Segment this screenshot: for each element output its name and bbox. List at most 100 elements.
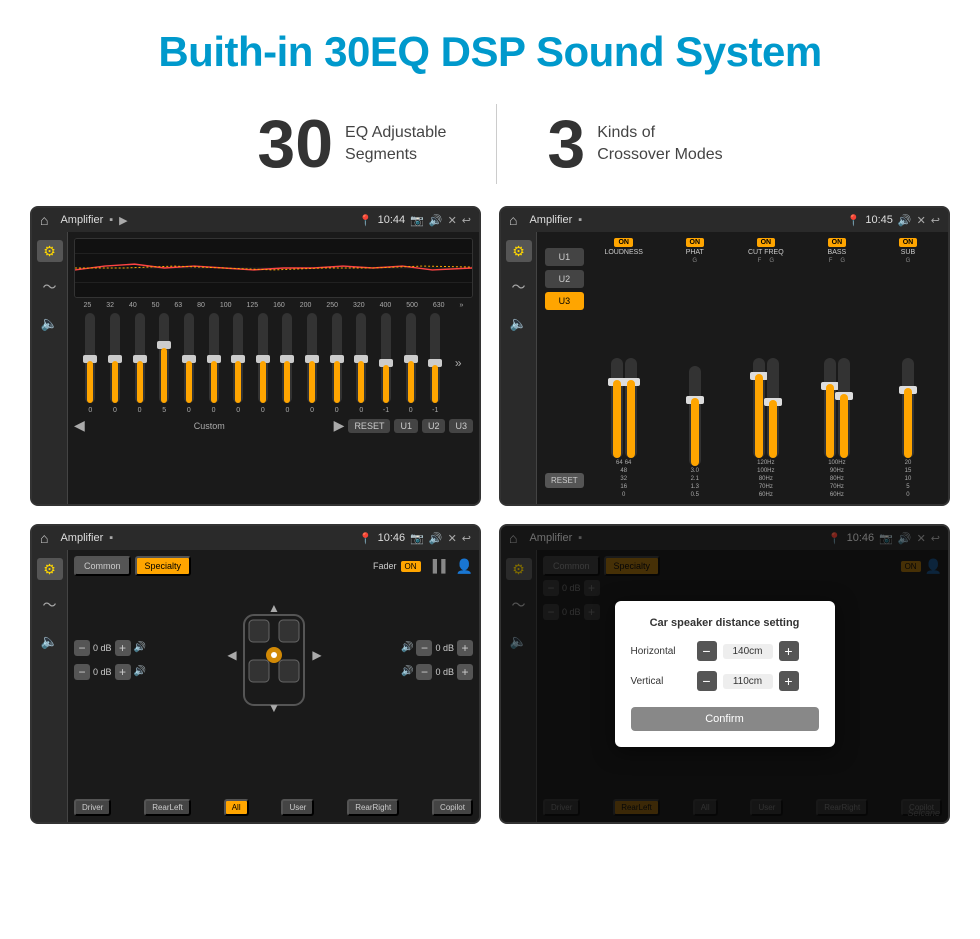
- right-db-controls: 🔊 − 0 dB + 🔊 − 0 dB +: [401, 640, 473, 680]
- u2-preset[interactable]: U2: [545, 270, 584, 288]
- horizontal-label: Horizontal: [631, 646, 691, 657]
- horizontal-minus[interactable]: −: [697, 641, 717, 661]
- specialty-sidebar: ⚙ 〜 🔈: [32, 550, 68, 822]
- eq-slider-14[interactable]: -1: [430, 313, 440, 414]
- time-specialty: 10:46: [378, 532, 406, 544]
- eq-icon[interactable]: ⚙: [37, 240, 63, 262]
- eq-slider-10[interactable]: 0: [332, 313, 342, 414]
- sub-on-badge[interactable]: ON: [899, 238, 918, 247]
- phat-on-badge[interactable]: ON: [686, 238, 705, 247]
- sub-channel: ON SUB G 20 15 10: [874, 238, 942, 498]
- vertical-row: Vertical − 110cm +: [631, 671, 819, 691]
- common-tab[interactable]: Common: [74, 556, 131, 576]
- eq-band-label: 125: [247, 302, 259, 309]
- db-value-fr: 0 dB: [435, 643, 454, 653]
- driver-button[interactable]: Driver: [74, 799, 111, 816]
- db-minus-fr[interactable]: −: [416, 640, 432, 656]
- status-bar-eq: ⌂ Amplifier ▪ ▶ 📍 10:44 📷 🔊 ✕ ↩: [32, 208, 479, 232]
- eq-main: 25 32 40 50 63 80 100 125 160 200 250 32…: [68, 232, 479, 504]
- confirm-button[interactable]: Confirm: [631, 707, 819, 731]
- eq-slider-9[interactable]: 0: [307, 313, 317, 414]
- eq-slider-5[interactable]: 0: [209, 313, 219, 414]
- play-icon: ▶: [119, 214, 127, 227]
- eq-slider-12[interactable]: -1: [381, 313, 391, 414]
- rear-right-button[interactable]: RearRight: [347, 799, 399, 816]
- record-icon: ▪: [109, 214, 113, 226]
- speaker-layout: − 0 dB + 🔊 − 0 dB + 🔊: [74, 580, 473, 795]
- crossover-body: ⚙ 〜 🔈 U1 U2 U3 RESET: [501, 232, 948, 504]
- eq-band-label: 40: [129, 302, 137, 309]
- home-icon: ⌂: [509, 212, 517, 228]
- u1-preset[interactable]: U1: [545, 248, 584, 266]
- eq-slider-0[interactable]: 0: [85, 313, 95, 414]
- screen-title-eq: Amplifier: [60, 214, 103, 226]
- db-minus-fl[interactable]: −: [74, 640, 90, 656]
- vertical-plus[interactable]: +: [779, 671, 799, 691]
- loudness-on-badge[interactable]: ON: [614, 238, 633, 247]
- eq-band-label: 25: [83, 302, 91, 309]
- eq-screen: ⌂ Amplifier ▪ ▶ 📍 10:44 📷 🔊 ✕ ↩ ⚙ 〜 🔈: [30, 206, 481, 506]
- specialty-main: Common Specialty Fader ON ▐▐ 👤 − 0 dB: [68, 550, 479, 822]
- db-plus-rl[interactable]: +: [115, 664, 131, 680]
- fader-icon: ▐▐: [429, 559, 446, 573]
- more-bands-icon[interactable]: »: [455, 356, 462, 370]
- eq-slider-1[interactable]: 0: [110, 313, 120, 414]
- next-button[interactable]: ▶: [334, 417, 345, 434]
- eq-slider-13[interactable]: 0: [406, 313, 416, 414]
- close-icon: ✕: [917, 214, 926, 227]
- vertical-value: 110cm: [723, 674, 773, 689]
- svg-text:▶: ▶: [312, 648, 322, 662]
- stats-row: 30 EQ AdjustableSegments 3 Kinds ofCross…: [0, 86, 980, 206]
- db-minus-rr[interactable]: −: [416, 664, 432, 680]
- db-control-rr: 🔊 − 0 dB +: [401, 664, 473, 680]
- speaker-icon[interactable]: 🔈: [37, 630, 63, 652]
- status-bar-specialty: ⌂ Amplifier ▪ 📍 10:46 📷 🔊 ✕ ↩: [32, 526, 479, 550]
- speaker-diagram-svg: ▲ ▼ ◀ ▶: [224, 605, 324, 715]
- fader-on-badge[interactable]: ON: [401, 561, 421, 572]
- copilot-button[interactable]: Copilot: [432, 799, 473, 816]
- reset-button[interactable]: RESET: [348, 419, 390, 433]
- db-plus-fr[interactable]: +: [457, 640, 473, 656]
- rear-left-button[interactable]: RearLeft: [144, 799, 191, 816]
- u3-button[interactable]: U3: [449, 419, 473, 433]
- crossover-sidebar: ⚙ 〜 🔈: [501, 232, 537, 504]
- user-button[interactable]: User: [281, 799, 314, 816]
- speaker-diagram-wrapper: ▲ ▼ ◀ ▶: [152, 605, 395, 715]
- screen-title-crossover: Amplifier: [529, 214, 572, 226]
- db-plus-fl[interactable]: +: [115, 640, 131, 656]
- eq-slider-2[interactable]: 0: [135, 313, 145, 414]
- wave-icon[interactable]: 〜: [37, 276, 63, 298]
- u1-button[interactable]: U1: [394, 419, 418, 433]
- eq-slider-8[interactable]: 0: [282, 313, 292, 414]
- eq-icon[interactable]: ⚙: [506, 240, 532, 262]
- vertical-minus[interactable]: −: [697, 671, 717, 691]
- speaker-rl-icon: 🔊: [134, 666, 146, 677]
- back-icon: ↩: [931, 214, 940, 227]
- eq-slider-4[interactable]: 0: [184, 313, 194, 414]
- stat-crossover: 3 Kinds ofCrossover Modes: [497, 110, 772, 178]
- u2-button[interactable]: U2: [422, 419, 446, 433]
- db-plus-rr[interactable]: +: [457, 664, 473, 680]
- speaker-icon[interactable]: 🔈: [37, 312, 63, 334]
- eq-icon[interactable]: ⚙: [37, 558, 63, 580]
- specialty-tab[interactable]: Specialty: [135, 556, 192, 576]
- wave-icon[interactable]: 〜: [37, 594, 63, 616]
- db-minus-rl[interactable]: −: [74, 664, 90, 680]
- eq-slider-7[interactable]: 0: [258, 313, 268, 414]
- eq-band-label: 50: [152, 302, 160, 309]
- back-icon: ↩: [462, 532, 471, 545]
- svg-text:◀: ◀: [227, 648, 237, 662]
- eq-slider-3[interactable]: 5: [159, 313, 169, 414]
- u3-preset[interactable]: U3: [545, 292, 584, 310]
- reset-btn[interactable]: RESET: [545, 473, 584, 488]
- all-button[interactable]: All: [224, 799, 249, 816]
- prev-button[interactable]: ◀: [74, 417, 85, 434]
- speaker-icon[interactable]: 🔈: [506, 312, 532, 334]
- horizontal-plus[interactable]: +: [779, 641, 799, 661]
- cutfreq-on-badge[interactable]: ON: [757, 238, 776, 247]
- eq-slider-11[interactable]: 0: [356, 313, 366, 414]
- bass-on-badge[interactable]: ON: [828, 238, 847, 247]
- wave-icon[interactable]: 〜: [506, 276, 532, 298]
- eq-slider-6[interactable]: 0: [233, 313, 243, 414]
- db-value-rl: 0 dB: [93, 667, 112, 677]
